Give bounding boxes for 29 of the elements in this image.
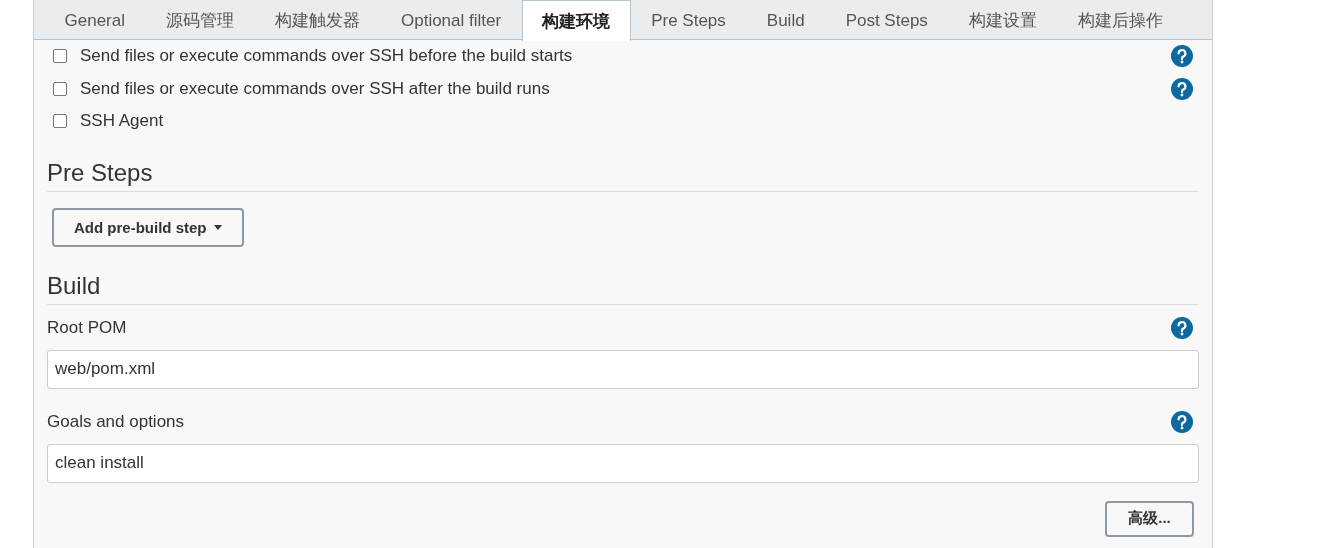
tab[interactable]: Build bbox=[746, 0, 826, 40]
help-icon[interactable] bbox=[1171, 316, 1193, 339]
section-heading: Pre Steps bbox=[47, 157, 1199, 192]
field-label: Goals and options bbox=[47, 411, 185, 432]
section-heading: Build bbox=[47, 270, 1199, 305]
input-field[interactable]: clean install bbox=[47, 443, 1199, 483]
help-icon[interactable] bbox=[1171, 45, 1193, 68]
input-field[interactable]: web/pom.xml bbox=[47, 349, 1199, 389]
tab[interactable]: 构建后操作 bbox=[1057, 0, 1184, 40]
checkbox[interactable] bbox=[53, 49, 67, 64]
tab[interactable]: Post Steps bbox=[825, 0, 949, 40]
help-icon[interactable] bbox=[1171, 77, 1193, 100]
tab[interactable]: 构建触发器 bbox=[254, 0, 381, 40]
caret-icon bbox=[213, 224, 222, 230]
checkbox[interactable] bbox=[53, 81, 67, 96]
tab[interactable]: Optional filter bbox=[380, 0, 522, 40]
advanced-button[interactable]: 高级... bbox=[1105, 500, 1194, 537]
checkbox-label[interactable]: SSH Agent bbox=[80, 111, 1199, 132]
checkbox-label[interactable]: Send files or execute commands over SSH before the build starts bbox=[80, 46, 1171, 67]
tab[interactable]: General bbox=[44, 0, 146, 40]
tab[interactable]: 源码管理 bbox=[145, 0, 255, 40]
checkbox[interactable] bbox=[53, 114, 67, 129]
checkbox-label[interactable]: Send files or execute commands over SSH after the build runs bbox=[80, 78, 1171, 99]
tab[interactable]: 构建设置 bbox=[948, 0, 1058, 40]
tab[interactable]: Pre Steps bbox=[630, 0, 747, 40]
tab[interactable]: 构建环境 bbox=[521, 0, 631, 41]
help-icon[interactable] bbox=[1171, 410, 1193, 433]
add-step-button[interactable]: Add pre-build step bbox=[52, 207, 244, 247]
field-label: Root POM bbox=[47, 317, 127, 338]
